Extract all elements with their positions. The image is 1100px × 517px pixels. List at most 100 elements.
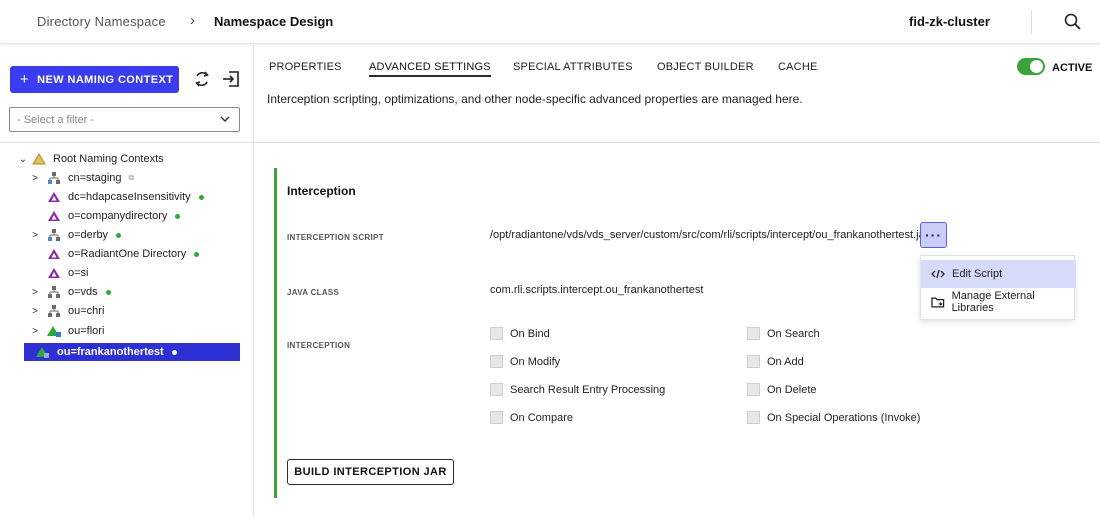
new-naming-context-label: NEW NAMING CONTEXT <box>37 73 174 86</box>
checkbox-box[interactable] <box>747 327 760 340</box>
link-icon: ⧉ <box>128 173 135 182</box>
tab-properties[interactable]: PROPERTIES <box>269 61 342 73</box>
chevron-right-icon[interactable]: > <box>30 230 40 241</box>
menu-item-label: Manage External Libraries <box>951 290 1035 314</box>
tree-item-cn-staging[interactable]: > cn=staging ⧉ <box>30 169 134 187</box>
tree-item-label: o=si <box>68 267 89 279</box>
checkbox-on-modify[interactable]: On Modify <box>490 355 560 368</box>
triangle-icon <box>48 211 60 221</box>
tree-item-o-si[interactable]: o=si <box>30 264 89 282</box>
checkbox-on-bind[interactable]: On Bind <box>490 327 550 340</box>
menu-item-label: Edit Script <box>952 268 1003 280</box>
checkbox-on-delete[interactable]: On Delete <box>747 383 817 396</box>
chevron-down-icon[interactable]: ⌄ <box>18 154 28 165</box>
status-dot <box>194 251 200 257</box>
status-dot <box>175 213 181 219</box>
filter-select[interactable]: - Select a filter - <box>9 107 240 132</box>
plus-icon: + <box>20 71 30 88</box>
status-dot <box>116 232 122 238</box>
checkbox-box[interactable] <box>490 327 503 340</box>
search-icon[interactable] <box>1063 12 1083 32</box>
import-icon[interactable] <box>222 70 240 88</box>
checkbox-label: On Delete <box>767 383 817 396</box>
checkbox-search-result-entry-processing[interactable]: Search Result Entry Processing <box>490 383 665 396</box>
checkbox-box[interactable] <box>747 383 760 396</box>
triangle-icon <box>48 268 60 278</box>
tree-item-label: cn=staging <box>68 172 122 184</box>
tree-item-ou-frankanothertest[interactable]: ou=frankanothertest <box>24 343 240 361</box>
top-header: Directory Namespace › Namespace Design f… <box>0 0 1100 44</box>
tree-item-label: ou=chri <box>68 305 105 317</box>
breadcrumb-separator: › <box>190 12 195 29</box>
active-label: ACTIVE <box>1052 62 1093 74</box>
build-interception-jar-button[interactable]: BUILD INTERCEPTION JAR <box>287 459 454 485</box>
new-naming-context-button[interactable]: + NEW NAMING CONTEXT <box>10 66 179 93</box>
tree-item-label: ou=flori <box>68 325 105 337</box>
active-toggle[interactable] <box>1017 58 1045 75</box>
tree-item-label: dc=hdapcaseInsensitivity <box>68 191 191 203</box>
tree-item-label: ou=frankanothertest <box>57 346 164 358</box>
checkbox-on-special-operations[interactable]: On Special Operations (Invoke) <box>747 411 920 424</box>
checkbox-box[interactable] <box>747 355 760 368</box>
menu-item-manage-external-libraries[interactable]: Manage External Libraries <box>921 288 1076 316</box>
more-options-button[interactable]: ··· <box>920 222 947 248</box>
tree-root-label: Root Naming Contexts <box>53 153 164 165</box>
tree-item-label: o=companydirectory <box>68 210 168 222</box>
checkbox-label: On Add <box>767 355 804 368</box>
code-icon <box>931 269 945 279</box>
triangle-icon <box>48 192 60 202</box>
checkbox-box[interactable] <box>490 411 503 424</box>
tree-item-ou-chri[interactable]: > ou=chri <box>30 302 104 320</box>
chevron-down-icon <box>220 116 230 122</box>
java-class-value: com.rli.scripts.intercept.ou_frankanothe… <box>490 284 704 296</box>
checkbox-on-compare[interactable]: On Compare <box>490 411 573 424</box>
checkbox-label: On Bind <box>510 327 550 340</box>
section-title: Interception <box>287 184 356 198</box>
tree-item-o-vds[interactable]: > o=vds <box>30 283 111 301</box>
tab-cache[interactable]: CACHE <box>778 61 818 73</box>
tab-special-attributes[interactable]: SPECIAL ATTRIBUTES <box>513 61 633 73</box>
chevron-right-icon[interactable]: > <box>30 326 40 337</box>
tree-item-dc-hdapcaseinsensitivity[interactable]: dc=hdapcaseInsensitivity <box>30 188 204 206</box>
status-dot <box>105 289 111 295</box>
menu-item-edit-script[interactable]: Edit Script <box>921 260 1076 288</box>
tree-item-o-derby[interactable]: > o=derby <box>30 226 122 244</box>
hierarchy-icon <box>48 172 60 184</box>
header-divider <box>1031 10 1032 34</box>
section-description: Interception scripting, optimizations, a… <box>267 92 803 106</box>
divider <box>0 142 254 143</box>
triangle-icon <box>48 249 60 259</box>
triangle-icon <box>36 347 49 358</box>
chevron-right-icon[interactable]: > <box>30 306 40 317</box>
status-dot <box>198 194 204 200</box>
checkbox-on-add[interactable]: On Add <box>747 355 804 368</box>
hierarchy-icon <box>48 286 60 298</box>
checkbox-label: On Compare <box>510 411 573 424</box>
interception-script-path: /opt/radiantone/vds/vds_server/custom/sr… <box>490 229 937 241</box>
tree-item-label: o=vds <box>68 286 98 298</box>
chevron-right-icon[interactable]: > <box>30 287 40 298</box>
status-dot <box>171 349 177 355</box>
interception-script-label: INTERCEPTION SCRIPT <box>287 233 384 242</box>
checkbox-box[interactable] <box>490 383 503 396</box>
checkbox-box[interactable] <box>490 355 503 368</box>
checkbox-box[interactable] <box>747 411 760 424</box>
tree-item-label: o=RadiantOne Directory <box>68 248 187 260</box>
tree-item-o-radiantone-directory[interactable]: o=RadiantOne Directory <box>30 245 200 263</box>
tab-object-builder[interactable]: OBJECT BUILDER <box>657 61 754 73</box>
tab-advanced-settings[interactable]: ADVANCED SETTINGS <box>369 61 491 77</box>
script-context-menu: Edit Script Manage External Libraries <box>920 255 1076 320</box>
chevron-right-icon[interactable]: > <box>30 173 40 184</box>
folder-icon <box>931 297 945 308</box>
tree-root[interactable]: ⌄ Root Naming Contexts <box>18 150 164 168</box>
checkbox-on-search[interactable]: On Search <box>747 327 820 340</box>
refresh-icon[interactable] <box>193 70 211 88</box>
checkbox-label: On Search <box>767 327 820 340</box>
interception-label: INTERCEPTION <box>287 341 351 350</box>
checkbox-label: Search Result Entry Processing <box>510 383 666 396</box>
hierarchy-icon <box>48 305 60 317</box>
breadcrumb-root[interactable]: Directory Namespace <box>37 14 166 29</box>
tree-item-o-companydirectory[interactable]: o=companydirectory <box>30 207 181 225</box>
tree-item-ou-flori[interactable]: > ou=flori <box>30 322 104 340</box>
cluster-name[interactable]: fid-zk-cluster <box>909 14 990 29</box>
